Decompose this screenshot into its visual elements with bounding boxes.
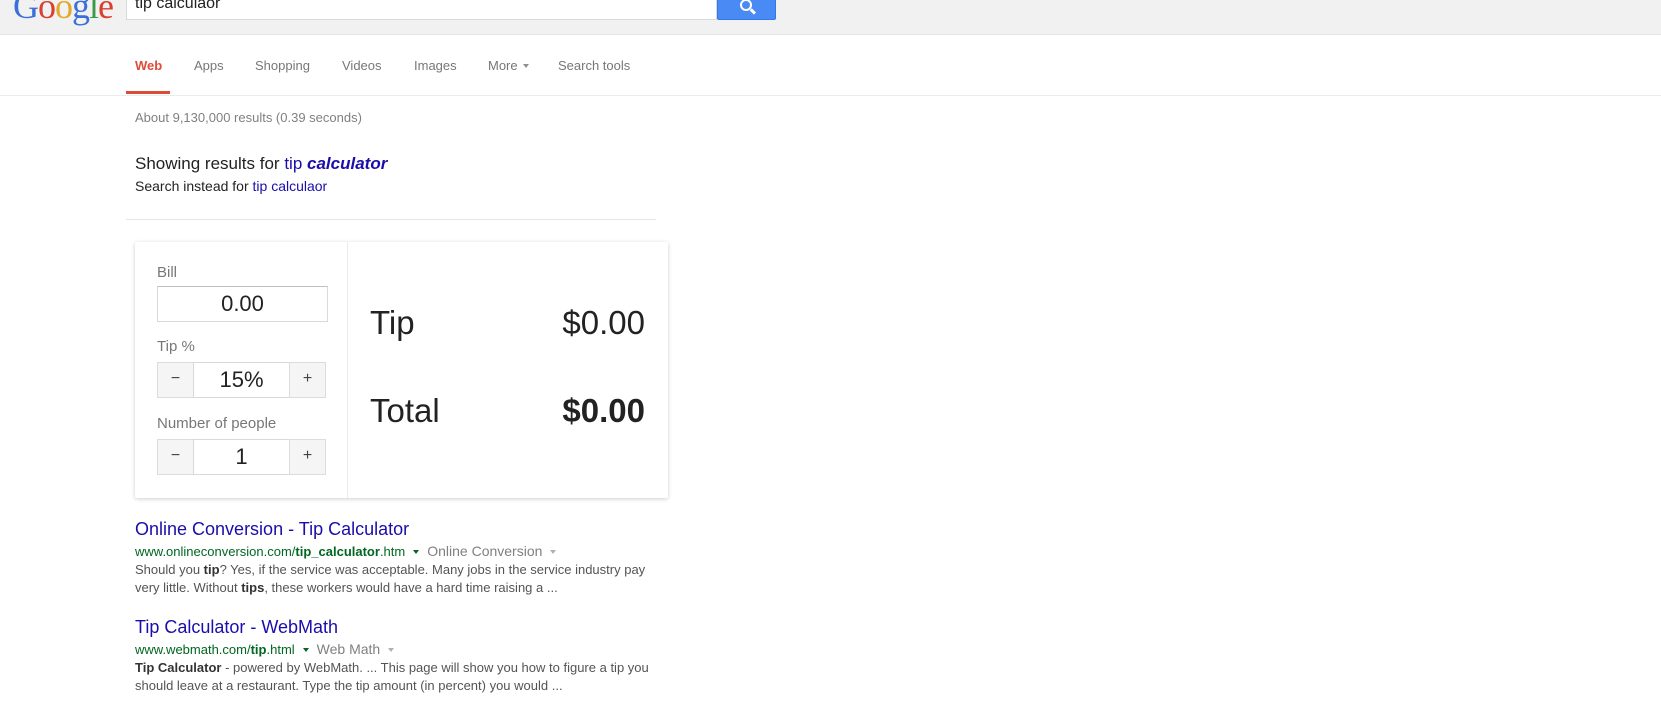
search-result: Online Conversion - Tip Calculator www.o… <box>135 519 655 597</box>
tab-shopping[interactable]: Shopping <box>255 58 310 73</box>
tip-percent-input[interactable] <box>193 362 290 398</box>
snippet-text: Should you <box>135 562 204 577</box>
showing-results-for: Showing results for tip calculator <box>135 154 387 174</box>
corrected-query-link[interactable]: tip calculator <box>284 154 387 173</box>
people-increase-button[interactable]: + <box>289 439 326 475</box>
url-dropdown-icon[interactable] <box>302 647 309 652</box>
chevron-down-icon[interactable] <box>388 647 395 652</box>
url-prefix: www.webmath.com/ <box>135 642 251 657</box>
google-logo[interactable]: Google <box>13 0 114 24</box>
total-result-label: Total <box>370 392 440 429</box>
url-bold: tip <box>250 642 267 657</box>
top-bar: Google <box>0 0 1661 35</box>
instead-prefix: Search instead for <box>135 178 249 194</box>
tab-more[interactable]: More <box>488 58 529 73</box>
corrected-bold: calculator <box>307 154 388 173</box>
url-prefix: www.onlineconversion.com/ <box>135 544 296 559</box>
chevron-down-icon <box>522 63 529 68</box>
tab-apps[interactable]: Apps <box>194 58 224 73</box>
people-label: Number of people <box>157 415 277 432</box>
result-title-link[interactable]: Tip Calculator - WebMath <box>135 617 655 638</box>
result-url: www.onlineconversion.com/tip_calculator.… <box>135 543 655 559</box>
snippet-bold: tips <box>241 580 265 595</box>
snippet-bold: Tip Calculator <box>135 660 222 675</box>
bill-input[interactable] <box>157 286 328 322</box>
search-result: Tip Calculator - WebMath www.webmath.com… <box>135 617 655 695</box>
site-link[interactable]: Online Conversion <box>427 543 542 559</box>
chevron-down-icon[interactable] <box>550 549 557 554</box>
result-url: www.webmath.com/tip.html Web Math <box>135 641 655 657</box>
url-suffix: .html <box>266 642 295 657</box>
search-nav: Web Apps Shopping Videos Images More Sea… <box>0 35 1661 96</box>
tip-calculator-card: Bill Tip % − + Number of people − + Tip … <box>135 242 668 498</box>
divider <box>126 219 656 220</box>
calculator-inputs: Bill Tip % − + Number of people − + <box>135 242 348 498</box>
url-suffix: .htm <box>379 544 406 559</box>
people-input[interactable] <box>193 439 290 475</box>
search-instead-for: Search instead for tip calculaor <box>135 178 327 194</box>
tab-images[interactable]: Images <box>414 58 457 73</box>
people-decrease-button[interactable]: − <box>157 439 194 475</box>
result-snippet: Tip Calculator - powered by WebMath. ...… <box>135 659 655 695</box>
url-dropdown-icon[interactable] <box>413 549 420 554</box>
tab-videos[interactable]: Videos <box>342 58 382 73</box>
tip-percent-label: Tip % <box>157 338 195 355</box>
snippet-text: , these workers would have a hard time r… <box>264 580 558 595</box>
tip-percent-stepper: − + <box>157 362 326 398</box>
tip-result-value: $0.00 <box>562 304 645 341</box>
search-icon <box>740 0 752 11</box>
original-query-link[interactable]: tip calculaor <box>253 178 328 194</box>
result-snippet: Should you tip? Yes, if the service was … <box>135 561 655 597</box>
search-input[interactable] <box>135 0 695 13</box>
tip-decrease-button[interactable]: − <box>157 362 194 398</box>
tip-increase-button[interactable]: + <box>289 362 326 398</box>
showing-prefix: Showing results for <box>135 154 280 173</box>
tab-more-label: More <box>488 58 518 73</box>
site-link[interactable]: Web Math <box>317 641 381 657</box>
people-stepper: − + <box>157 439 326 475</box>
search-box[interactable] <box>126 0 717 20</box>
tip-result-label: Tip <box>370 304 415 341</box>
active-tab-indicator <box>126 91 170 94</box>
bill-label: Bill <box>157 264 178 281</box>
corrected-plain: tip <box>284 154 303 173</box>
tab-web[interactable]: Web <box>135 58 162 73</box>
result-title-link[interactable]: Online Conversion - Tip Calculator <box>135 519 655 540</box>
search-button[interactable] <box>717 0 776 20</box>
tab-search-tools[interactable]: Search tools <box>558 58 630 73</box>
url-bold: tip_calculator <box>295 544 380 559</box>
snippet-bold: tip <box>203 562 220 577</box>
total-result-value: $0.00 <box>562 392 645 429</box>
result-stats: About 9,130,000 results (0.39 seconds) <box>135 110 362 125</box>
